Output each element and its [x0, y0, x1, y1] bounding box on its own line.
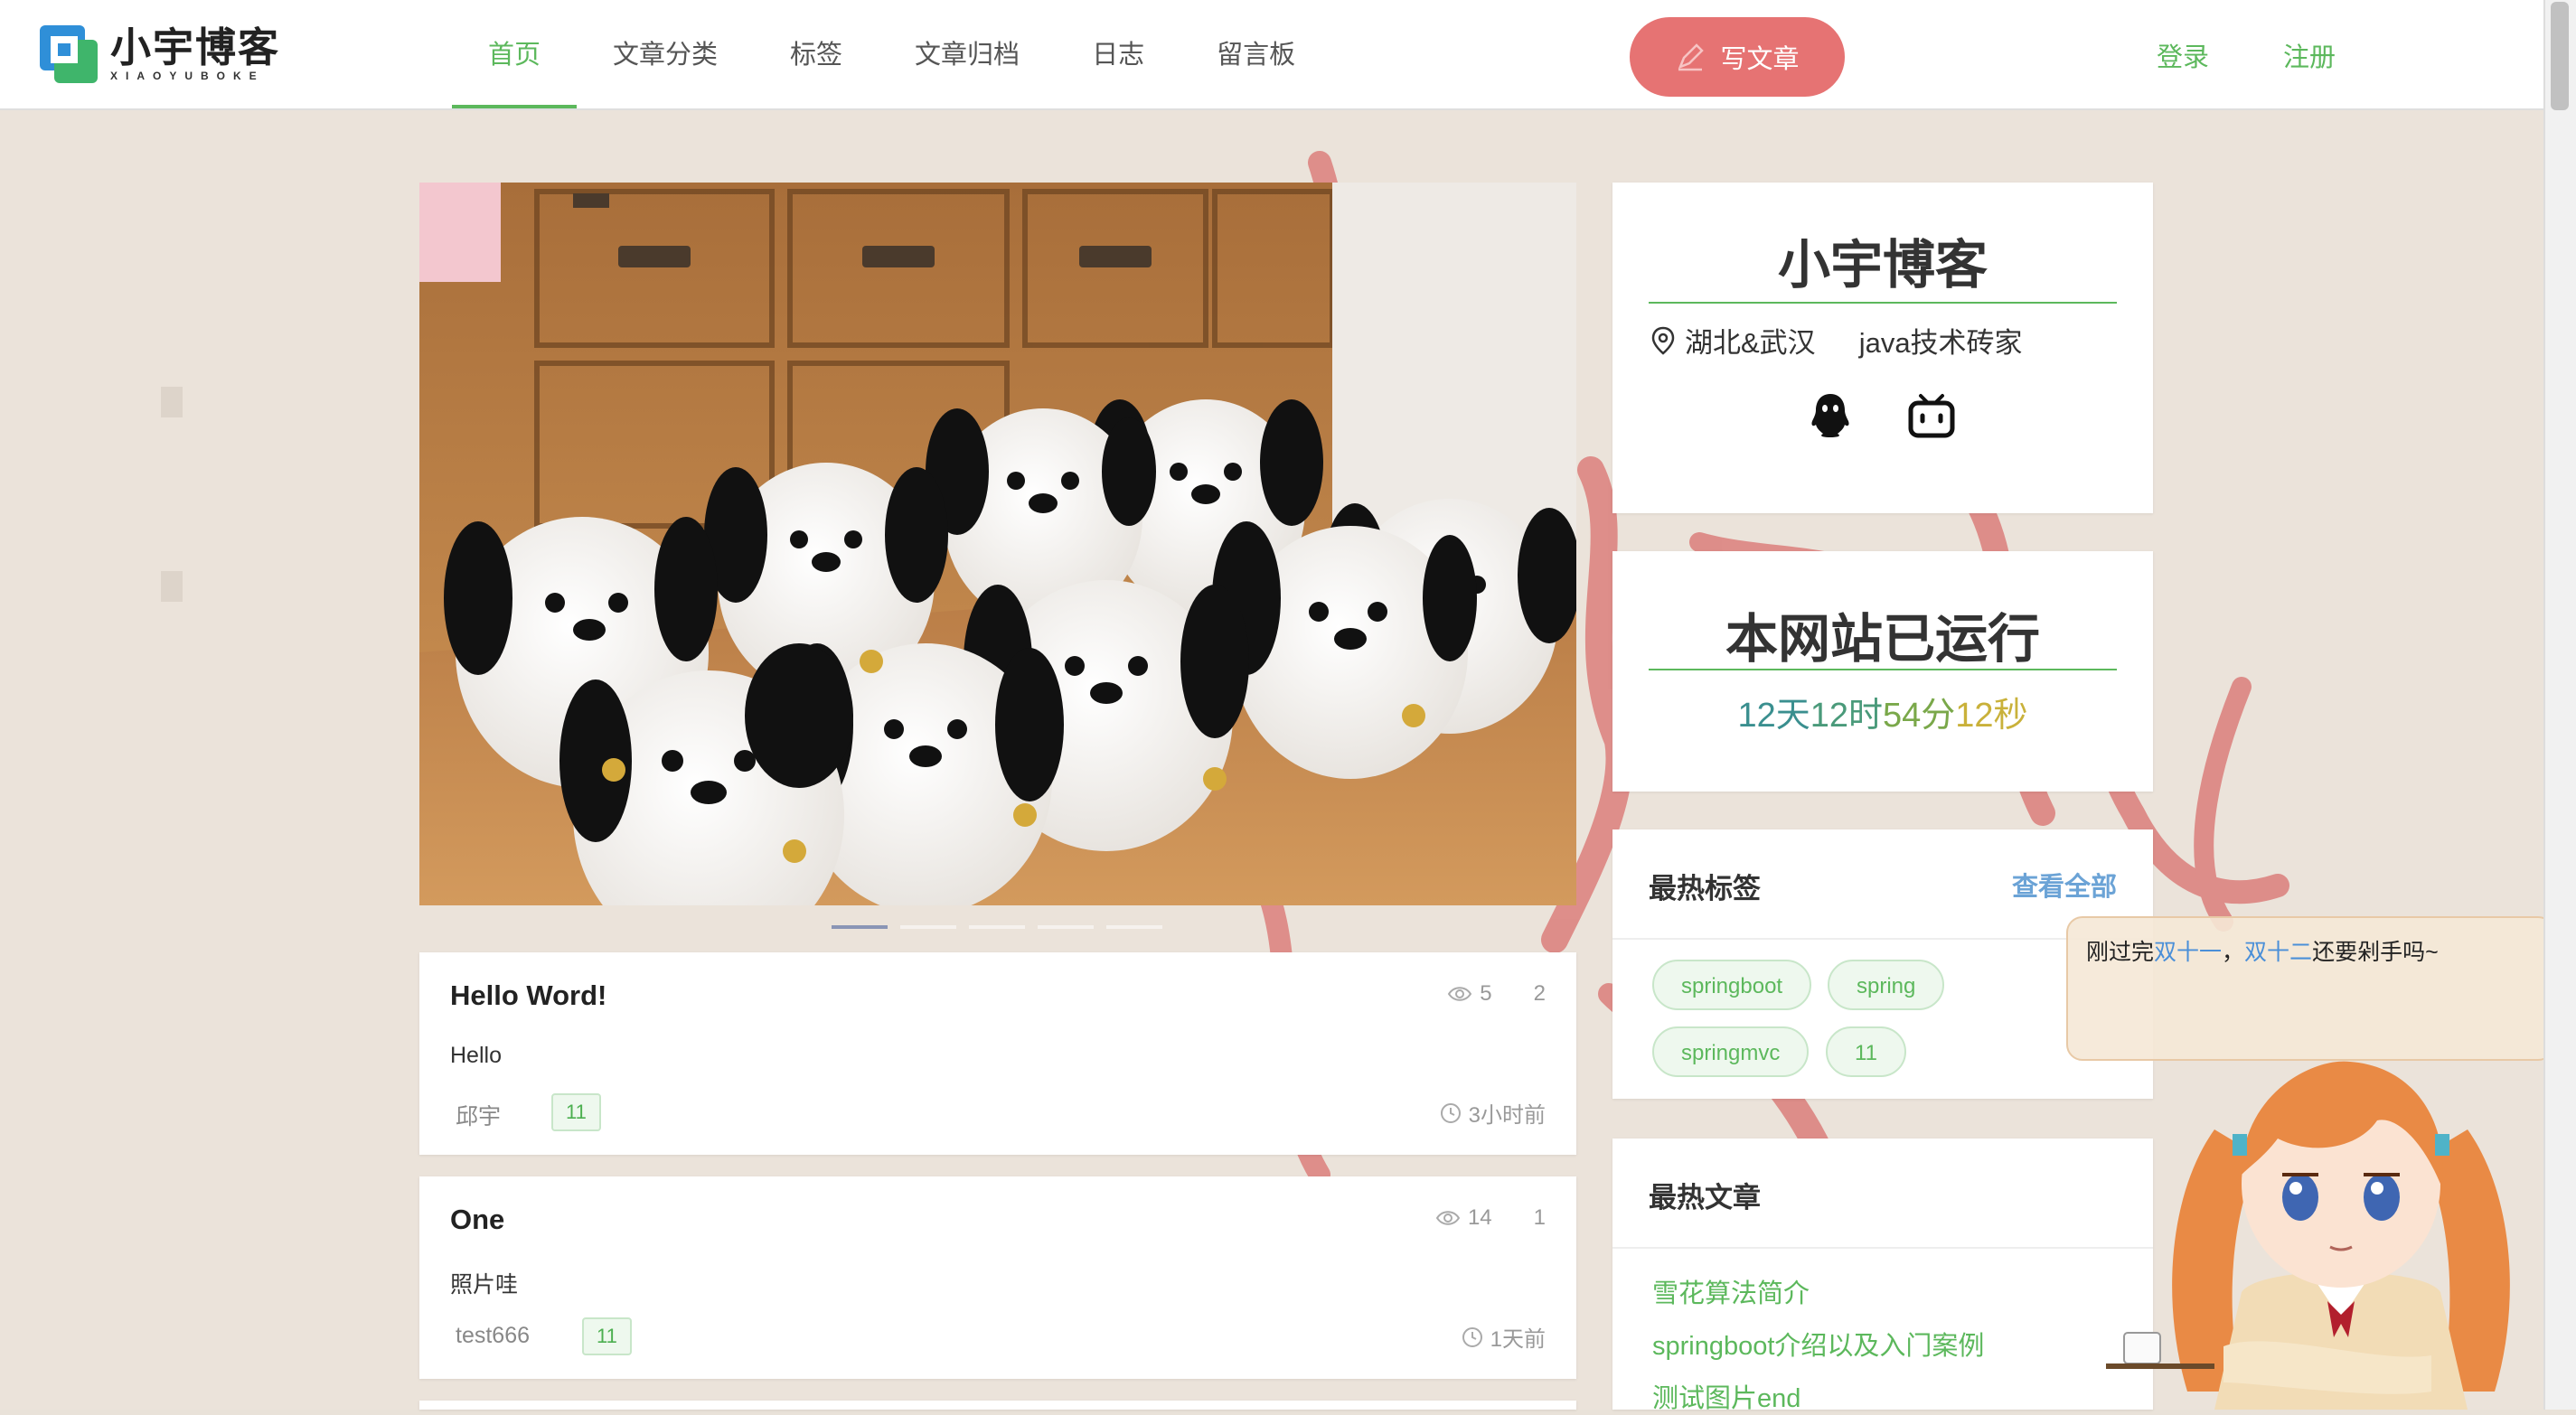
carousel-dot[interactable]: [1038, 925, 1094, 929]
runtime-card: 本网站已运行 12天12时54分12秒: [1612, 551, 2153, 792]
profile-card: 小宇博客 湖北&武汉 java技术砖家: [1612, 183, 2153, 513]
article-author[interactable]: 邱宇: [456, 1099, 501, 1131]
divider: [1612, 1247, 2153, 1249]
nav-archive[interactable]: 文章归档: [879, 0, 1056, 108]
qq-icon[interactable]: [1805, 390, 1856, 441]
article-time-label: 3小时前: [1468, 1103, 1546, 1128]
comment-count: 1: [1533, 1205, 1546, 1230]
article-excerpt: 照片哇: [450, 1272, 519, 1298]
carousel-dot[interactable]: [832, 925, 888, 929]
runtime-title: 本网站已运行: [1725, 610, 2040, 669]
hot-articles-title: 最热文章: [1649, 1182, 1761, 1214]
comment-count: 2: [1533, 981, 1546, 1006]
speech-highlight: 双十一: [2154, 940, 2223, 965]
write-article-label: 写文章: [1720, 45, 1800, 74]
article-author[interactable]: test666: [456, 1323, 530, 1349]
eye-icon: [1448, 987, 1472, 1001]
article-time-label: 1天前: [1490, 1327, 1546, 1352]
view-count: 5: [1480, 981, 1492, 1006]
runtime-days: 12天: [1737, 697, 1810, 735]
see-all-link[interactable]: 查看全部: [2012, 866, 2117, 904]
article-card: [419, 1401, 1576, 1410]
mascot-speech-bubble: 刚过完双十一，双十二还要剁手吗~: [2066, 916, 2554, 1061]
login-link[interactable]: 登录: [2157, 0, 2209, 110]
runtime-seconds: 12秒: [1955, 697, 2028, 735]
hot-articles-card: 最热文章 雪花算法简介 springboot介绍以及入门案例 测试图片end: [1612, 1139, 2153, 1413]
speech-text-suffix: 还要剁手吗~: [2312, 940, 2439, 965]
nav-categories[interactable]: 文章分类: [577, 0, 754, 108]
banner-carousel[interactable]: [419, 183, 1576, 905]
location-icon: [1651, 326, 1675, 355]
article-stats: 14 1: [1435, 1205, 1546, 1231]
logo-title: 小宇博客: [110, 23, 281, 71]
article-stats: 5 2: [1447, 981, 1546, 1007]
tag-pill[interactable]: springboot: [1652, 960, 1812, 1010]
nav-log[interactable]: 日志: [1056, 0, 1180, 108]
tag-pill[interactable]: spring: [1828, 960, 1945, 1010]
bilibili-icon[interactable]: [1906, 390, 1957, 441]
article-title[interactable]: One: [450, 1204, 504, 1236]
profile-title: java技术砖家: [1858, 327, 2023, 359]
logo-subtitle: XIAOYUBOKE: [110, 70, 265, 82]
logo-mark-icon: [40, 25, 98, 83]
runtime-hours: 12时: [1810, 697, 1883, 735]
clock-icon: [1440, 1102, 1461, 1123]
article-time: 3小时前: [1440, 1097, 1546, 1129]
article-card[interactable]: One 14 1 照片哇 test666 11 1天前: [419, 1176, 1576, 1379]
speech-highlight: 双十二: [2244, 940, 2313, 965]
register-link[interactable]: 注册: [2283, 0, 2336, 110]
tag-pill[interactable]: 11: [1826, 1026, 1906, 1077]
article-tag[interactable]: 11: [582, 1317, 632, 1355]
hot-article-link[interactable]: 雪花算法简介: [1652, 1272, 1810, 1310]
divider: [1649, 302, 2117, 304]
hot-tags-title: 最热标签: [1649, 873, 1761, 904]
page-scrollbar[interactable]: [2543, 0, 2576, 1410]
carousel-image-plush-puppies: [419, 183, 1576, 905]
nav-guestbook[interactable]: 留言板: [1180, 0, 1331, 108]
article-title[interactable]: Hello Word!: [450, 979, 606, 1012]
runtime-counter: 12天12时54分12秒: [1612, 687, 2153, 736]
speech-text-prefix: 刚过完: [2086, 940, 2155, 965]
write-article-button[interactable]: 写文章: [1630, 17, 1845, 97]
site-logo[interactable]: 小宇博客 XIAOYUBOKE: [38, 22, 280, 87]
carousel-indicators: [832, 925, 1162, 929]
hot-article-link[interactable]: springboot介绍以及入门案例: [1652, 1325, 1984, 1363]
profile-meta: 湖北&武汉 java技术砖家: [1650, 320, 2023, 361]
speech-separator: ，: [2222, 940, 2245, 965]
carousel-dot[interactable]: [969, 925, 1025, 929]
main-nav: 首页 文章分类 标签 文章归档 日志 留言板: [452, 0, 1331, 108]
runtime-minutes: 54分: [1883, 697, 1956, 735]
nav-home[interactable]: 首页: [452, 0, 578, 108]
eye-icon: [1435, 1211, 1461, 1225]
divider: [1649, 669, 2117, 670]
carousel-dot[interactable]: [1106, 925, 1162, 929]
carousel-dot[interactable]: [900, 925, 956, 929]
tag-pill[interactable]: springmvc: [1652, 1026, 1810, 1077]
profile-name: 小宇博客: [1777, 236, 1988, 295]
clock-icon: [1462, 1326, 1482, 1347]
article-excerpt: Hello: [450, 1043, 502, 1068]
profile-location: 湖北&武汉: [1685, 327, 1816, 359]
pen-icon: [1678, 43, 1705, 71]
top-nav-bar: 小宇博客 XIAOYUBOKE 首页 文章分类 标签 文章归档 日志 留言板 写…: [0, 0, 2576, 110]
nav-tags[interactable]: 标签: [754, 0, 879, 108]
scrollbar-thumb[interactable]: [2551, 2, 2569, 110]
view-count: 14: [1467, 1205, 1492, 1230]
article-card[interactable]: Hello Word! 5 2 Hello 邱宇 11 3小时前: [419, 952, 1576, 1155]
live2d-mascot-character[interactable]: [2106, 1030, 2576, 1410]
article-time: 1天前: [1462, 1321, 1546, 1353]
article-tag[interactable]: 11: [551, 1093, 601, 1131]
